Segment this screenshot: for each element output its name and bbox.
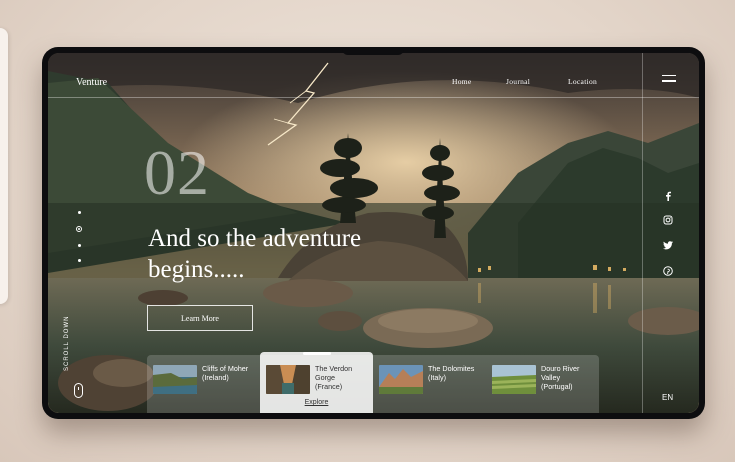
pinterest-icon[interactable]	[662, 265, 674, 277]
facebook-icon[interactable]	[662, 190, 674, 202]
slide-number: 02	[144, 137, 210, 208]
website-screen: Venture Home Journal Location 02 And so …	[48, 53, 699, 413]
right-rail-divider	[642, 53, 643, 413]
explore-link[interactable]: Explore	[260, 399, 373, 406]
destination-name: Douro River Valley (Portugal)	[541, 364, 580, 391]
pagination-dot[interactable]	[77, 244, 81, 247]
destination-card[interactable]: Douro River Valley (Portugal)	[486, 355, 599, 413]
mouse-scroll-icon[interactable]	[74, 383, 83, 398]
learn-more-button[interactable]: Learn More	[147, 305, 253, 331]
device-notch	[342, 47, 404, 55]
hamburger-menu-icon[interactable]	[662, 75, 676, 83]
nav-journal[interactable]: Journal	[506, 77, 530, 86]
pagination-dot-active[interactable]	[76, 226, 82, 232]
pagination-dot[interactable]	[77, 211, 81, 214]
slide-pagination	[76, 211, 82, 274]
scroll-down-label: SCROLL DOWN	[64, 315, 70, 371]
twitter-icon[interactable]	[662, 239, 674, 251]
destination-name: The Dolomites (Italy)	[428, 364, 475, 382]
destination-name: The Verdon Gorge (France)	[315, 364, 353, 391]
destination-card-active[interactable]: The Verdon Gorge (France) Explore	[260, 352, 373, 413]
language-selector[interactable]: EN	[662, 393, 673, 402]
destination-thumbnail	[266, 365, 310, 394]
destination-thumbnail	[492, 365, 536, 394]
brand-logo[interactable]: Venture	[76, 77, 107, 88]
device-frame: Venture Home Journal Location 02 And so …	[42, 47, 705, 419]
hero-headline: And so the adventure begins.....	[148, 223, 448, 285]
instagram-icon[interactable]	[662, 214, 674, 226]
destination-name: Cliffs of Moher (Ireland)	[202, 364, 249, 382]
destinations-carousel: Cliffs of Moher (Ireland) The Verdon Gorge…	[147, 352, 599, 413]
nav-home[interactable]: Home	[452, 77, 472, 86]
pagination-dot[interactable]	[77, 259, 81, 262]
headline-line-1: And so the adventure	[148, 225, 362, 252]
nav-location[interactable]: Location	[568, 77, 597, 86]
headline-line-2: begins.....	[148, 256, 245, 283]
adjacent-card-edge	[0, 28, 8, 304]
destination-thumbnail	[379, 365, 423, 394]
destination-card[interactable]: The Dolomites (Italy)	[373, 355, 486, 413]
destination-card[interactable]: Cliffs of Moher (Ireland)	[147, 355, 260, 413]
destination-thumbnail	[153, 365, 197, 394]
header-divider	[48, 97, 699, 98]
